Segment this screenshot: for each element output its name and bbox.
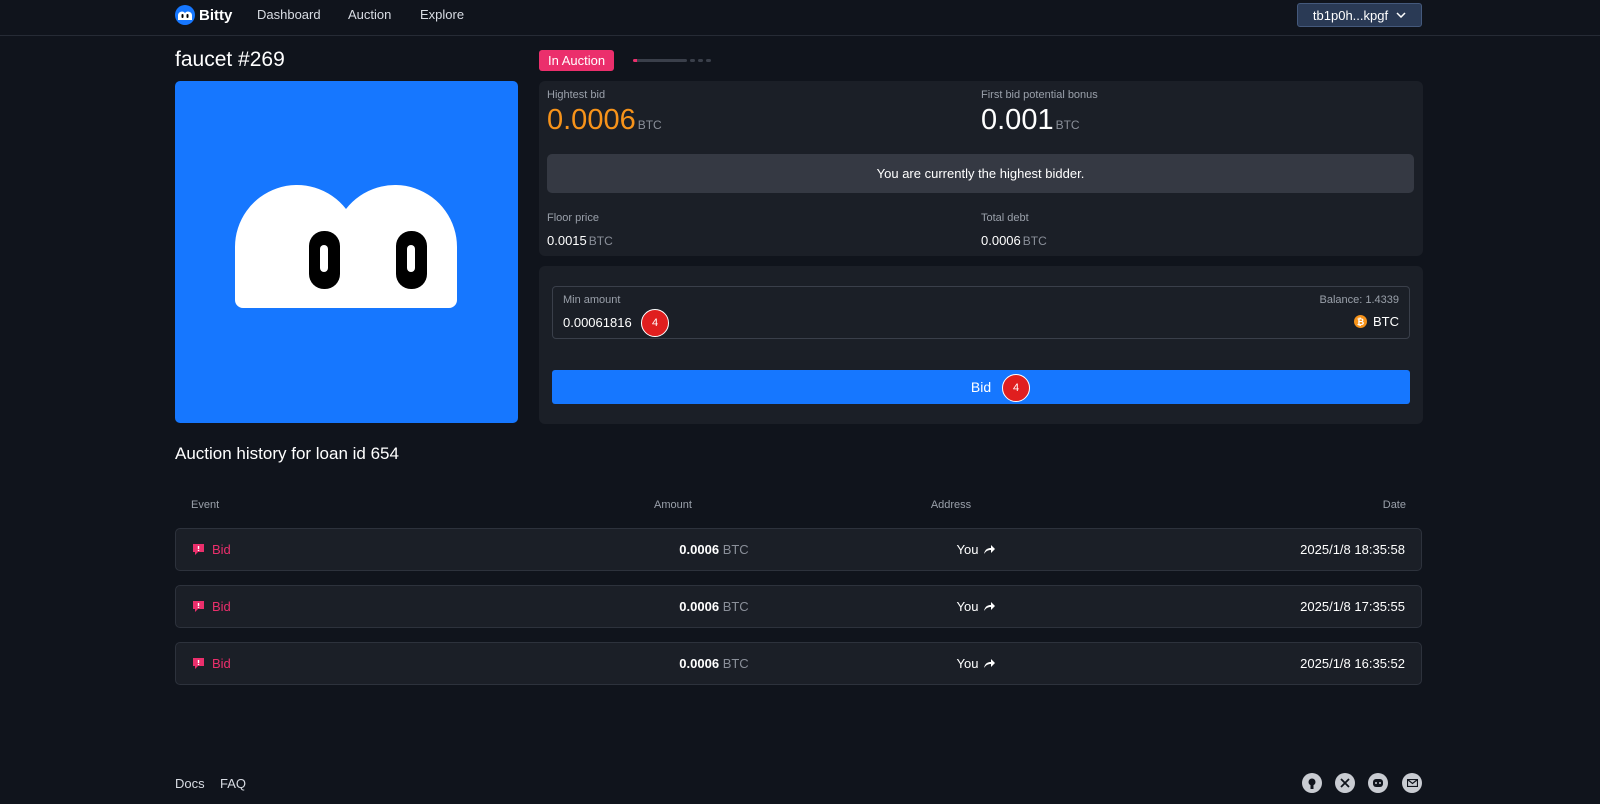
total-debt-value: 0.0006 BTC xyxy=(981,233,1047,248)
bitcoin-icon: ₿ xyxy=(1354,315,1367,328)
nft-image xyxy=(175,81,518,423)
nav-explore[interactable]: Explore xyxy=(420,7,464,22)
page-title: faucet #269 xyxy=(175,48,285,71)
header-date: Date xyxy=(1382,499,1406,511)
balance-label: Balance: 1.4339 xyxy=(1319,294,1399,306)
first-bid-bonus-label: First bid potential bonus xyxy=(981,89,1098,101)
event-cell: Bid xyxy=(192,542,231,557)
chevron-down-icon xyxy=(1396,12,1406,18)
history-row: Bid 0.0006 BTC You 2025/1/8 16:35:52 xyxy=(175,642,1422,685)
amount-cell: 0.0006 BTC xyxy=(679,542,749,557)
bitty-mascot-icon xyxy=(235,184,457,308)
address-cell[interactable]: You xyxy=(876,599,1076,614)
share-arrow-icon[interactable] xyxy=(984,545,996,554)
nav-auction[interactable]: Auction xyxy=(348,7,391,22)
footer-faq-link[interactable]: FAQ xyxy=(220,776,246,791)
bid-amount-input[interactable]: 0.00061816 xyxy=(563,315,632,330)
first-bid-bonus-value: 0.001 BTC xyxy=(981,104,1080,136)
bid-step-badge: 4 xyxy=(1002,374,1030,402)
header-address: Address xyxy=(930,499,972,511)
top-navbar: Bitty Dashboard Auction Explore tb1p0h..… xyxy=(0,0,1600,36)
header-event: Event xyxy=(191,499,220,511)
auction-progress xyxy=(633,59,711,62)
event-cell: Bid xyxy=(192,656,231,671)
highest-bid-value: 0.0006 BTC xyxy=(547,104,662,136)
header-amount: Amount xyxy=(654,499,692,511)
amount-step-badge: 4 xyxy=(641,309,669,337)
event-cell: Bid xyxy=(192,599,231,614)
share-arrow-icon[interactable] xyxy=(984,602,996,611)
history-row: Bid 0.0006 BTC You 2025/1/8 18:35:58 xyxy=(175,528,1422,571)
highest-bid-label: Hightest bid xyxy=(547,89,606,101)
wallet-address: tb1p0h...kpgf xyxy=(1312,7,1389,23)
history-row: Bid 0.0006 BTC You 2025/1/8 17:35:55 xyxy=(175,585,1422,628)
bid-button[interactable]: Bid xyxy=(552,370,1410,404)
brand-name: Bitty xyxy=(199,6,233,24)
amount-cell: 0.0006 BTC xyxy=(679,656,749,671)
floor-price-label: Floor price xyxy=(547,212,599,224)
bid-button-label: Bid xyxy=(970,379,992,395)
footer-docs-link[interactable]: Docs xyxy=(175,776,205,791)
nav-dashboard[interactable]: Dashboard xyxy=(257,7,321,22)
min-amount-label: Min amount xyxy=(563,294,621,306)
address-cell[interactable]: You xyxy=(876,542,1076,557)
bid-event-icon xyxy=(193,601,204,612)
share-arrow-icon[interactable] xyxy=(984,659,996,668)
floor-price-value: 0.0015 BTC xyxy=(547,233,613,248)
highest-bidder-notice: You are currently the highest bidder. xyxy=(547,154,1414,193)
date-cell: 2025/1/8 17:35:55 xyxy=(1300,599,1405,614)
currency-selector: ₿ BTC xyxy=(1354,314,1399,329)
status-badge: In Auction xyxy=(539,50,615,71)
wallet-button[interactable]: tb1p0h...kpgf xyxy=(1297,3,1422,27)
logo-mark-icon xyxy=(175,5,195,25)
bid-amount-field[interactable]: Min amount Balance: 1.4339 0.00061816 ₿ … xyxy=(552,286,1410,339)
github-icon[interactable] xyxy=(1302,773,1322,793)
brand-logo[interactable]: Bitty xyxy=(175,4,232,26)
address-cell[interactable]: You xyxy=(876,656,1076,671)
discord-icon[interactable] xyxy=(1368,773,1388,793)
date-cell: 2025/1/8 16:35:52 xyxy=(1300,656,1405,671)
mail-icon[interactable] xyxy=(1402,773,1422,793)
x-icon[interactable] xyxy=(1335,773,1355,793)
history-title: Auction history for loan id 654 xyxy=(175,444,399,463)
bid-event-icon xyxy=(193,658,204,669)
bid-event-icon xyxy=(193,544,204,555)
date-cell: 2025/1/8 18:35:58 xyxy=(1300,542,1405,557)
amount-cell: 0.0006 BTC xyxy=(679,599,749,614)
total-debt-label: Total debt xyxy=(981,212,1029,224)
